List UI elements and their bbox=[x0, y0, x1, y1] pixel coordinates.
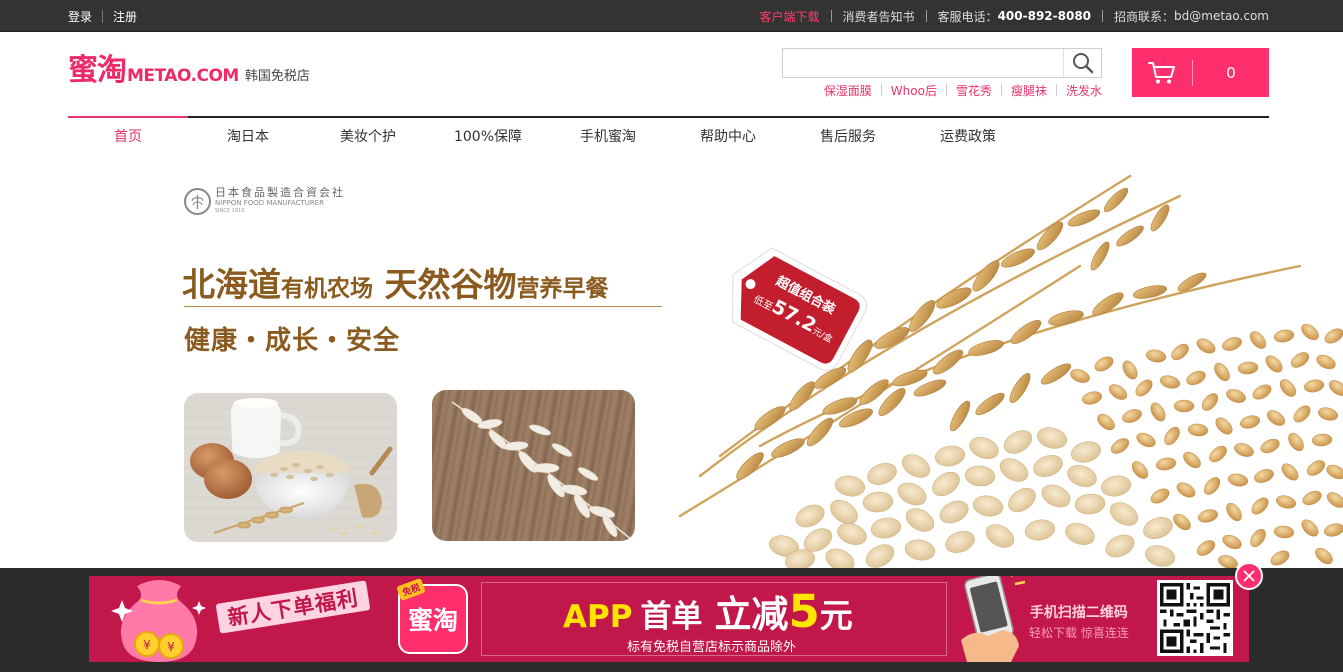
nav-item-shipping[interactable]: 运费政策 bbox=[908, 118, 1028, 156]
banner-headline: 北海道有机农场 天然谷物营养早餐 bbox=[182, 258, 609, 306]
logo-english: METAO.COM bbox=[127, 66, 239, 86]
nav-item-help[interactable]: 帮助中心 bbox=[668, 118, 788, 156]
offer-unit: 元 bbox=[819, 596, 853, 635]
qr-caption: 手机扫描二维码 轻松下载 惊喜连连 bbox=[1029, 602, 1129, 641]
nav-item-aftersale[interactable]: 售后服务 bbox=[788, 118, 908, 156]
search-box bbox=[782, 48, 1102, 78]
headline-part: 北海道 bbox=[182, 265, 281, 304]
headline-part: 有机农场 bbox=[281, 276, 373, 302]
headline-rule bbox=[184, 306, 662, 307]
promo-offer: APP 首单 立减5元 bbox=[563, 584, 853, 638]
divider bbox=[1102, 10, 1104, 22]
divider bbox=[1000, 84, 1002, 96]
promo-close-button[interactable] bbox=[1235, 562, 1263, 590]
hot-search-words: 保湿面膜 Whoo后 雪花秀 瘦腿袜 洗发水 bbox=[782, 82, 1102, 99]
qr-code-image bbox=[1157, 580, 1233, 656]
offer-first-order: 首单 bbox=[640, 599, 703, 635]
svg-text:¥: ¥ bbox=[167, 640, 175, 654]
svg-text:¥: ¥ bbox=[143, 638, 151, 652]
app-logo-text: 蜜淘 bbox=[407, 606, 458, 635]
brand-seal-icon bbox=[184, 187, 211, 215]
brand-mark: 日本食品製造合資会社 NIPPON FOOD MANUFACTURER SINC… bbox=[184, 187, 345, 215]
hot-word[interactable]: 保湿面膜 bbox=[824, 82, 872, 99]
business-contact-label: 招商联系： bbox=[1114, 9, 1175, 24]
divider bbox=[1055, 84, 1057, 96]
top-info-links: 客户端下载 消费者告知书 客服电话： 400-892-8080 招商联系： bd… bbox=[760, 0, 1269, 32]
service-phone: 400-892-8080 bbox=[997, 9, 1092, 23]
search-icon bbox=[1072, 53, 1093, 74]
nav-item-beauty[interactable]: 美妆个护 bbox=[308, 118, 428, 156]
cart-icon bbox=[1148, 61, 1175, 83]
qr-caption-line1: 手机扫描二维码 bbox=[1029, 605, 1128, 621]
app-logo-icon: 免税 蜜淘 bbox=[396, 578, 468, 654]
oat-breakfast-photo bbox=[184, 393, 397, 542]
offer-app: APP bbox=[563, 599, 633, 635]
client-download-link[interactable]: 客户端下载 bbox=[760, 8, 820, 25]
account-links: 登录 注册 bbox=[68, 0, 137, 32]
logo-chinese: 蜜淘 bbox=[68, 53, 127, 88]
brand-english: NIPPON FOOD MANUFACTURER bbox=[215, 199, 325, 207]
promo-note: 标有免税自营店标示商品除外 bbox=[627, 640, 797, 655]
main-nav: 首页 淘日本 美妆个护 100%保障 手机蜜淘 帮助中心 售后服务 运费政策 bbox=[68, 116, 1269, 156]
search-button[interactable] bbox=[1063, 49, 1101, 77]
divider bbox=[925, 10, 927, 22]
brand-since: SINCE 1919 bbox=[215, 208, 245, 214]
hot-word[interactable]: 瘦腿袜 bbox=[1011, 82, 1047, 99]
divider bbox=[945, 84, 947, 96]
cart-button[interactable]: 0 bbox=[1132, 48, 1269, 97]
money-bag-icon: ¥ ¥ bbox=[111, 580, 206, 662]
login-link[interactable]: 登录 bbox=[68, 8, 92, 25]
hot-word[interactable]: 洗发水 bbox=[1066, 82, 1102, 99]
divider bbox=[830, 10, 832, 22]
logo-tagline: 韩国免税店 bbox=[244, 69, 310, 84]
nav-item-japan[interactable]: 淘日本 bbox=[188, 118, 308, 156]
brand-japanese: 日本食品製造合資会社 bbox=[215, 186, 345, 199]
register-link[interactable]: 注册 bbox=[113, 8, 137, 25]
app-promo-banner[interactable]: ¥ ¥ 新人下单福利 免税 蜜淘 APP 首单 立减5元 标有免税自营店标示商品除外… bbox=[89, 576, 1249, 662]
search-input[interactable] bbox=[783, 49, 1063, 77]
oat-spike-photo bbox=[432, 390, 635, 541]
brand-text: 日本食品製造合資会社 NIPPON FOOD MANUFACTURER SINC… bbox=[215, 187, 345, 215]
nav-item-home[interactable]: 首页 bbox=[68, 116, 188, 156]
hot-word[interactable]: 雪花秀 bbox=[956, 82, 992, 99]
app-logo-corner: 免税 bbox=[396, 578, 426, 601]
hot-word[interactable]: Whoo后 bbox=[891, 82, 937, 99]
offer-cut: 立减 bbox=[714, 593, 789, 636]
cart-count: 0 bbox=[1226, 63, 1236, 82]
banner-subline: 健康・成长・安全 bbox=[184, 326, 401, 356]
phone-in-hand-icon bbox=[961, 576, 1026, 662]
offer-amount: 5 bbox=[788, 585, 820, 638]
promo-slogan: 新人下单福利 bbox=[215, 580, 371, 634]
consumer-notice-link[interactable]: 消费者告知书 bbox=[843, 8, 915, 25]
divider bbox=[880, 84, 882, 96]
close-icon bbox=[1243, 570, 1255, 582]
site-logo[interactable]: 蜜淘 METAO.COM 韩国免税店 bbox=[68, 52, 310, 88]
divider bbox=[102, 9, 104, 23]
service-phone-label: 客服电话： bbox=[937, 9, 998, 24]
nav-item-mobile[interactable]: 手机蜜淘 bbox=[548, 118, 668, 156]
qr-caption-line2: 轻松下载 惊喜连连 bbox=[1029, 626, 1129, 640]
hero-banner[interactable]: 日本食品製造合資会社 NIPPON FOOD MANUFACTURER SINC… bbox=[0, 156, 1343, 568]
cart-icon-wrap bbox=[1132, 61, 1192, 85]
nav-item-guarantee[interactable]: 100%保障 bbox=[428, 118, 548, 156]
headline-part: 天然谷物 bbox=[384, 265, 517, 304]
business-email[interactable]: bd@metao.com bbox=[1174, 9, 1269, 23]
oat-grain-illustration: 超值组合装 低至57.2元/盒 bbox=[660, 156, 1343, 568]
headline-part: 营养早餐 bbox=[516, 276, 609, 302]
top-bar: 登录 注册 客户端下载 消费者告知书 客服电话： 400-892-8080 招商… bbox=[0, 0, 1343, 32]
